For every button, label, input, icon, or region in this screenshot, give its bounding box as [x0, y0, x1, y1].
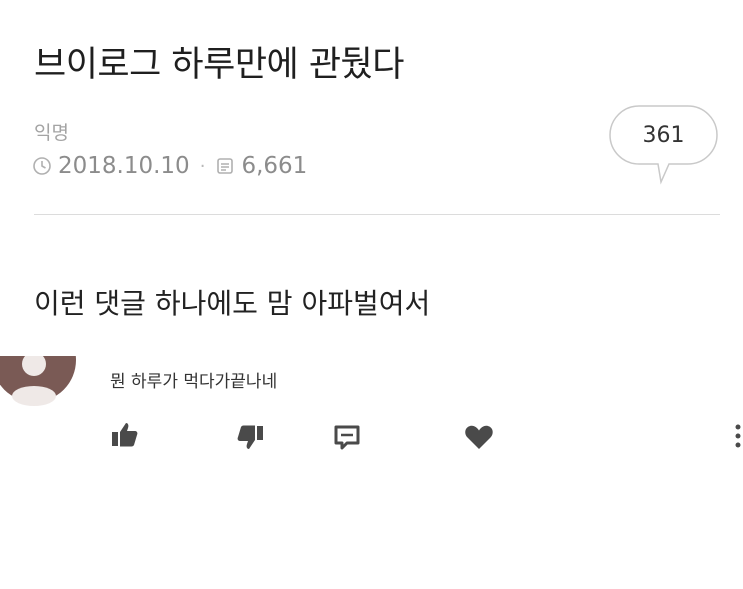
more-icon [735, 424, 741, 448]
comment-text: 뭔 하루가 먹다가끝나네 [110, 372, 278, 392]
post-author: 익명 [34, 122, 69, 144]
meta-separator: · [199, 155, 206, 177]
post-title: 브이로그 하루만에 관뒀다 [34, 45, 404, 85]
more-button[interactable] [733, 422, 743, 452]
thumbs-down-icon [237, 425, 263, 449]
clock-icon [32, 156, 52, 176]
comment-actions [0, 420, 743, 456]
reply-button[interactable] [333, 423, 361, 451]
views-icon [215, 156, 235, 176]
post-views: 6,661 [241, 153, 308, 179]
comment-count: 361 [642, 123, 685, 148]
post-date: 2018.10.10 [58, 153, 190, 179]
comment-count-bubble[interactable]: 361 [609, 105, 718, 185]
heart-button[interactable] [464, 423, 494, 451]
dislike-button[interactable] [235, 422, 265, 452]
post-body: 이런 댓글 하나에도 맘 아파벌여서 [34, 287, 431, 320]
post-meta: 2018.10.10 · 6,661 [32, 153, 307, 179]
avatar[interactable] [0, 356, 76, 406]
thumbs-up-icon [112, 423, 138, 447]
divider [34, 214, 720, 215]
heart-icon [465, 425, 493, 449]
like-button[interactable] [110, 420, 140, 450]
reply-icon [334, 425, 360, 450]
